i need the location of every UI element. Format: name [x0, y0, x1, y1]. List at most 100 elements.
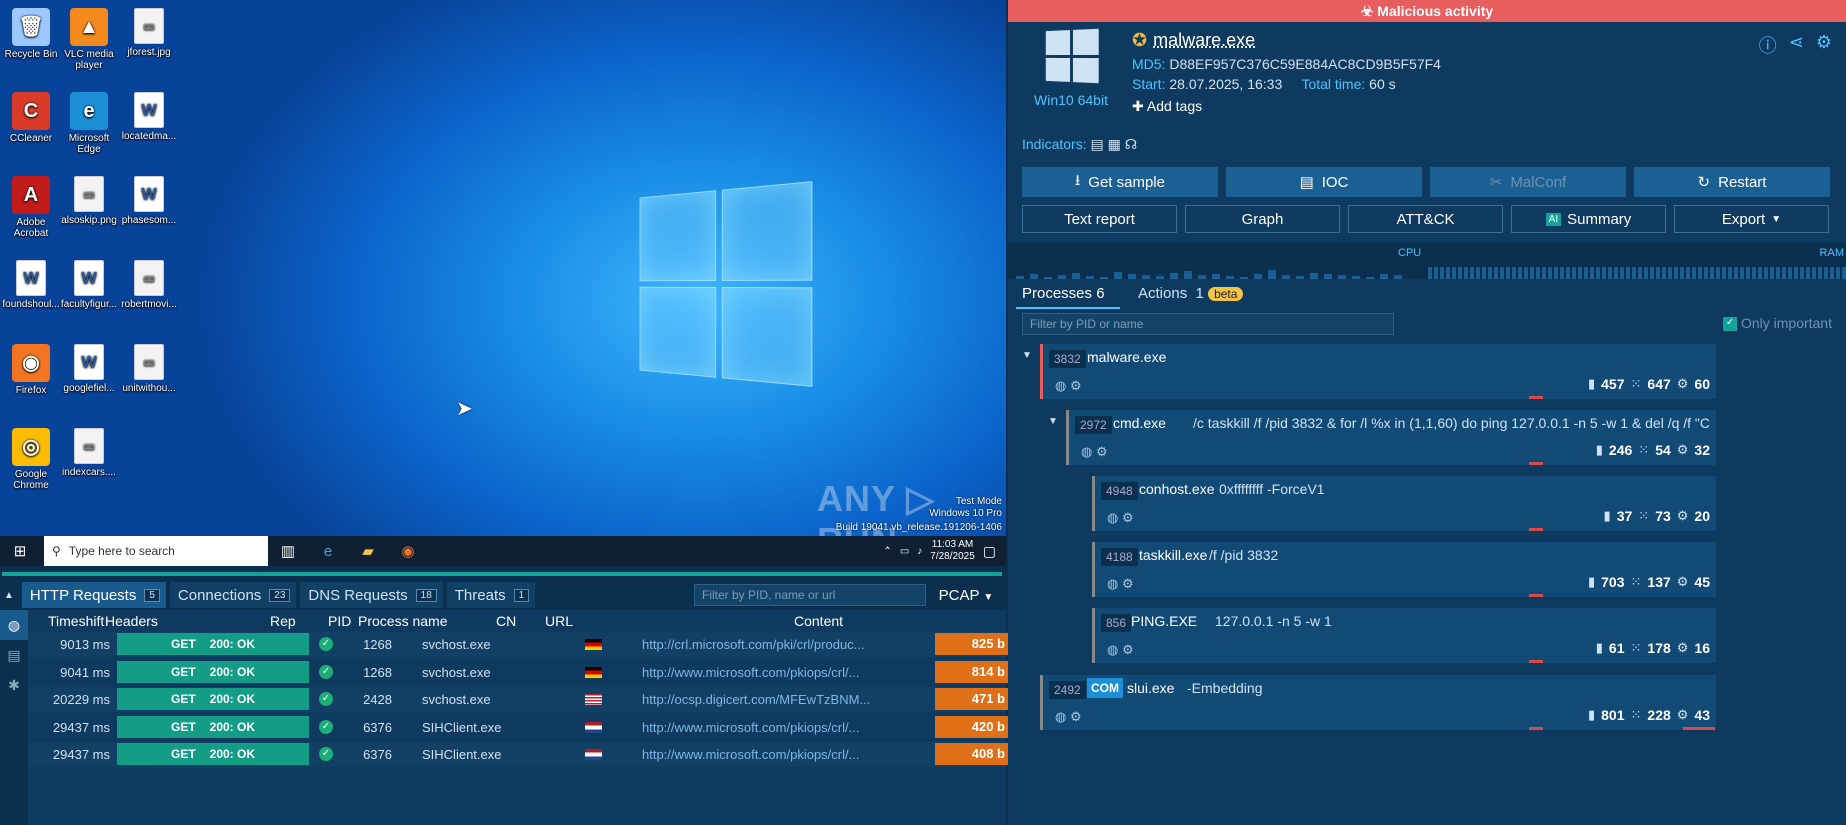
attck-button[interactable]: ATT&CK: [1348, 205, 1503, 233]
headers-badge[interactable]: GET 200: OK: [117, 660, 309, 683]
desktop-icon[interactable]: Wgooglefiel...: [58, 344, 120, 394]
process-node[interactable]: 4188 taskkill.exe/f /pid 3832 ◍ ⚙ ▮ 703 ⁙ 137 ⚙…: [1092, 542, 1716, 597]
malconf-button[interactable]: ✂ MalConf: [1430, 167, 1626, 197]
http-request-row[interactable]: 9013 ms GET 200: OK ✓ 1268 svchost.exe http://…: [28, 632, 1009, 657]
network-tab[interactable]: Connections 23: [169, 582, 297, 608]
taskbar-search[interactable]: ⚲ Type here to search: [44, 536, 268, 566]
desktop-icon[interactable]: e Microsoft Edge: [58, 92, 120, 155]
info-icon[interactable]: ⓘ: [1759, 32, 1777, 58]
process-tabs: Processes 6 Actions 1 beta: [1008, 279, 1846, 309]
headers-badge[interactable]: GET 200: OK: [117, 715, 309, 738]
process-node[interactable]: 856 PING.EXE 127.0.0.1 -n 5 -w 1 ◍ ⚙ ▮ 61 ⁙ 178…: [1092, 608, 1716, 663]
tab-processes[interactable]: Processes 6: [1022, 285, 1105, 302]
column-header[interactable]: URL: [545, 613, 573, 629]
notifications-icon[interactable]: ▢: [983, 543, 996, 560]
globe-icon[interactable]: ◍: [0, 610, 28, 640]
pcap-button[interactable]: PCAP ▼: [926, 587, 1006, 604]
clock[interactable]: 11:03 AM 7/28/2025: [930, 539, 975, 563]
desktop-icon[interactable]: ▭ indexcars....: [58, 428, 120, 478]
desktop-icon[interactable]: Wlocatedma...: [118, 92, 180, 142]
indicator-icons[interactable]: ▤ ▦ ☊: [1090, 136, 1137, 152]
only-important-toggle[interactable]: ✓ Only important: [1723, 315, 1832, 332]
share-icon[interactable]: ⋖: [1789, 32, 1804, 58]
column-header[interactable]: Headers: [105, 613, 158, 629]
desktop-icon[interactable]: ◉ Firefox: [0, 344, 62, 396]
ram-bar: [1506, 267, 1510, 279]
desktop-icon[interactable]: Wfoundshoul...: [0, 260, 62, 310]
desktop-icon[interactable]: ▭ robertmovi...: [118, 260, 180, 310]
http-request-row[interactable]: 29437 ms GET 200: OK ✓ 6376 SIHClient.exe http…: [28, 714, 1009, 740]
url[interactable]: http://crl.microsoft.com/pki/crl/produc.…: [642, 637, 865, 652]
process-filter-placeholder: Filter by PID or name: [1030, 317, 1144, 331]
expand-chevron-icon[interactable]: ▼: [1022, 350, 1032, 361]
column-header[interactable]: CN: [496, 613, 516, 629]
volume-icon[interactable]: ♪: [917, 546, 922, 557]
column-header[interactable]: Process name: [358, 613, 447, 629]
desktop-icon[interactable]: C CCleaner: [0, 92, 62, 144]
add-tags-button[interactable]: ✚ Add tags: [1132, 98, 1441, 115]
desktop-icon[interactable]: ◎ Google Chrome: [0, 428, 62, 491]
headers-badge[interactable]: GET 200: OK: [117, 633, 309, 655]
ioc-button[interactable]: ▤ IOC: [1226, 167, 1422, 197]
process-node[interactable]: 2972 cmd.exe/c taskkill /f /pid 3832 & fo…: [1066, 410, 1716, 465]
http-request-row[interactable]: 29437 ms GET 200: OK ✓ 6376 SIHClient.exe http…: [28, 742, 1009, 767]
network-icon[interactable]: ▭: [900, 546, 909, 557]
desktop-icon[interactable]: ▭ unitwithou...: [118, 344, 180, 394]
http-request-row[interactable]: 20229 ms GET 200: OK ✓ 2428 svchost.exe http:/…: [28, 687, 1009, 712]
process-node[interactable]: 4948 conhost.exe 0xffffffff -ForceV1 ◍ ⚙ ▮ 37…: [1092, 476, 1716, 531]
file-icon[interactable]: ▤: [0, 640, 28, 670]
desktop-icon-image: ▲: [70, 8, 108, 46]
bug-icon[interactable]: ✱: [0, 670, 28, 700]
column-header[interactable]: Content: [794, 613, 843, 629]
url[interactable]: http://www.microsoft.com/pkiops/crl/...: [642, 720, 859, 735]
edge-taskbar-icon[interactable]: e: [308, 536, 348, 566]
url[interactable]: http://www.microsoft.com/pkiops/crl/...: [642, 747, 859, 762]
content-size[interactable]: 825 b: [935, 633, 1009, 655]
desktop-icon[interactable]: Wfacultyfigur...: [58, 260, 120, 310]
expand-chevron-icon[interactable]: ▼: [1048, 416, 1058, 427]
export-button[interactable]: Export ▼: [1674, 205, 1829, 233]
process-filter-input[interactable]: Filter by PID or name: [1022, 313, 1394, 335]
file-explorer-icon[interactable]: ▰: [348, 536, 388, 566]
graph-button[interactable]: Graph: [1185, 205, 1340, 233]
text-report-button[interactable]: Text report: [1022, 205, 1177, 233]
network-tab[interactable]: DNS Requests 18: [300, 582, 443, 608]
tab-actions[interactable]: Actions 1 beta: [1138, 285, 1244, 302]
content-size[interactable]: 471 b: [935, 688, 1009, 710]
restart-button[interactable]: ↻ Restart: [1634, 167, 1830, 197]
file-name[interactable]: malware.exe: [1153, 30, 1255, 50]
gear-icon[interactable]: ⚙: [1816, 32, 1832, 58]
column-header[interactable]: PID: [328, 613, 351, 629]
ram-bar: [1602, 267, 1606, 279]
http-request-row[interactable]: 9041 ms GET 200: OK ✓ 1268 svchost.exe http://…: [28, 659, 1009, 685]
desktop-icon[interactable]: Wphasesom...: [118, 176, 180, 226]
content-size[interactable]: 420 b: [935, 715, 1009, 738]
desktop-icon[interactable]: 🗑 Recycle Bin: [0, 8, 62, 60]
desktop-icon[interactable]: A Adobe Acrobat: [0, 176, 62, 239]
column-header[interactable]: Rep: [270, 613, 296, 629]
network-filter-input[interactable]: Filter by PID, name or url: [694, 584, 926, 606]
desktop-icon[interactable]: ▲ VLC media player: [58, 8, 120, 71]
desktop-icon[interactable]: ▭ alsoskip.png: [58, 176, 120, 226]
collapse-icon[interactable]: ▲: [4, 590, 14, 601]
content-size[interactable]: 814 b: [935, 660, 1009, 683]
content-size[interactable]: 408 b: [935, 743, 1009, 765]
file-icon: ▮: [1587, 574, 1596, 589]
url[interactable]: http://ocsp.digicert.com/MFEwTzBNM...: [642, 692, 870, 707]
firefox-taskbar-icon[interactable]: ◉: [388, 536, 428, 566]
headers-badge[interactable]: GET 200: OK: [117, 688, 309, 710]
desktop-icon[interactable]: ▭ jforest.jpg: [118, 8, 180, 58]
summary-button[interactable]: AI Summary: [1511, 205, 1666, 233]
column-header[interactable]: Timeshift: [48, 613, 104, 629]
start-button[interactable]: ⊞: [0, 536, 40, 566]
network-tab[interactable]: HTTP Requests 5: [21, 582, 166, 608]
network-tab[interactable]: Threats 1: [446, 582, 536, 608]
process-node[interactable]: 3832 malware.exe ◍ ⚙ ▮ 457 ⁙ 647 ⚙ 60: [1040, 344, 1716, 399]
ram-bar: [1686, 267, 1690, 279]
tray-chevron-icon[interactable]: ⌃: [883, 546, 891, 557]
task-view-icon[interactable]: ▥: [268, 536, 308, 566]
process-node[interactable]: 2492 COM slui.exe -Embedding ◍ ⚙ ▮ 801 ⁙ 228 ⚙ 43: [1040, 675, 1716, 730]
url[interactable]: http://www.microsoft.com/pkiops/crl/...: [642, 665, 859, 680]
headers-badge[interactable]: GET 200: OK: [117, 743, 309, 765]
get-sample-button[interactable]: ⭳ Get sample: [1022, 167, 1218, 197]
